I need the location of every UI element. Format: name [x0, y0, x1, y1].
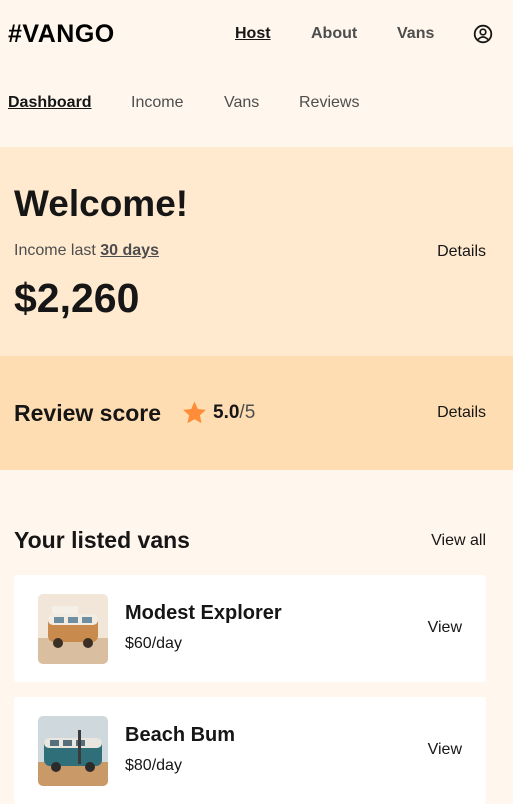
- subnav-income-link[interactable]: Income: [131, 94, 183, 112]
- site-header: #VANGO Host About Vans: [0, 0, 513, 70]
- van-view-link[interactable]: View: [428, 741, 462, 759]
- score-out-of: /5: [239, 402, 256, 423]
- welcome-title: Welcome!: [14, 183, 189, 224]
- van-card[interactable]: Modest Explorer $60/day View: [14, 575, 486, 682]
- subnav-dashboard-link[interactable]: Dashboard: [8, 94, 92, 112]
- nav-vans-link[interactable]: Vans: [397, 25, 434, 43]
- van-image: [38, 594, 108, 664]
- income-period-link[interactable]: 30 days: [100, 242, 159, 259]
- site-logo[interactable]: #VANGO: [8, 20, 115, 49]
- score-number: 5.0: [213, 402, 240, 423]
- van-view-link[interactable]: View: [428, 619, 462, 637]
- van-name: Modest Explorer: [125, 602, 282, 624]
- income-period-text: Income last 30 days: [14, 242, 159, 260]
- nav-host-link[interactable]: Host: [235, 25, 271, 43]
- nav-about-link[interactable]: About: [311, 25, 357, 43]
- van-image: [38, 716, 108, 786]
- income-details-link[interactable]: Details: [437, 243, 486, 261]
- review-details-link[interactable]: Details: [437, 404, 486, 422]
- view-all-link[interactable]: View all: [431, 532, 486, 550]
- van-price: $80/day: [125, 757, 182, 774]
- listed-vans-title: Your listed vans: [14, 527, 190, 553]
- subnav-vans-link[interactable]: Vans: [224, 94, 259, 112]
- star-icon: [183, 401, 206, 424]
- review-score-section: Review score 5.0/5 Details: [0, 356, 513, 470]
- income-prefix: Income last: [14, 242, 101, 259]
- van-card[interactable]: Beach Bum $80/day View: [14, 697, 486, 804]
- welcome-section: Welcome! Income last 30 days Details $2,…: [0, 147, 513, 356]
- van-name: Beach Bum: [125, 724, 236, 746]
- review-score-value: 5.0/5: [213, 402, 255, 424]
- user-circle-icon[interactable]: [473, 24, 493, 44]
- income-amount: $2,260: [14, 275, 140, 321]
- subnav-reviews-link[interactable]: Reviews: [299, 94, 359, 112]
- van-price: $60/day: [125, 635, 182, 652]
- review-score-title: Review score: [14, 400, 162, 426]
- host-subnav: Dashboard Income Vans Reviews: [0, 70, 513, 147]
